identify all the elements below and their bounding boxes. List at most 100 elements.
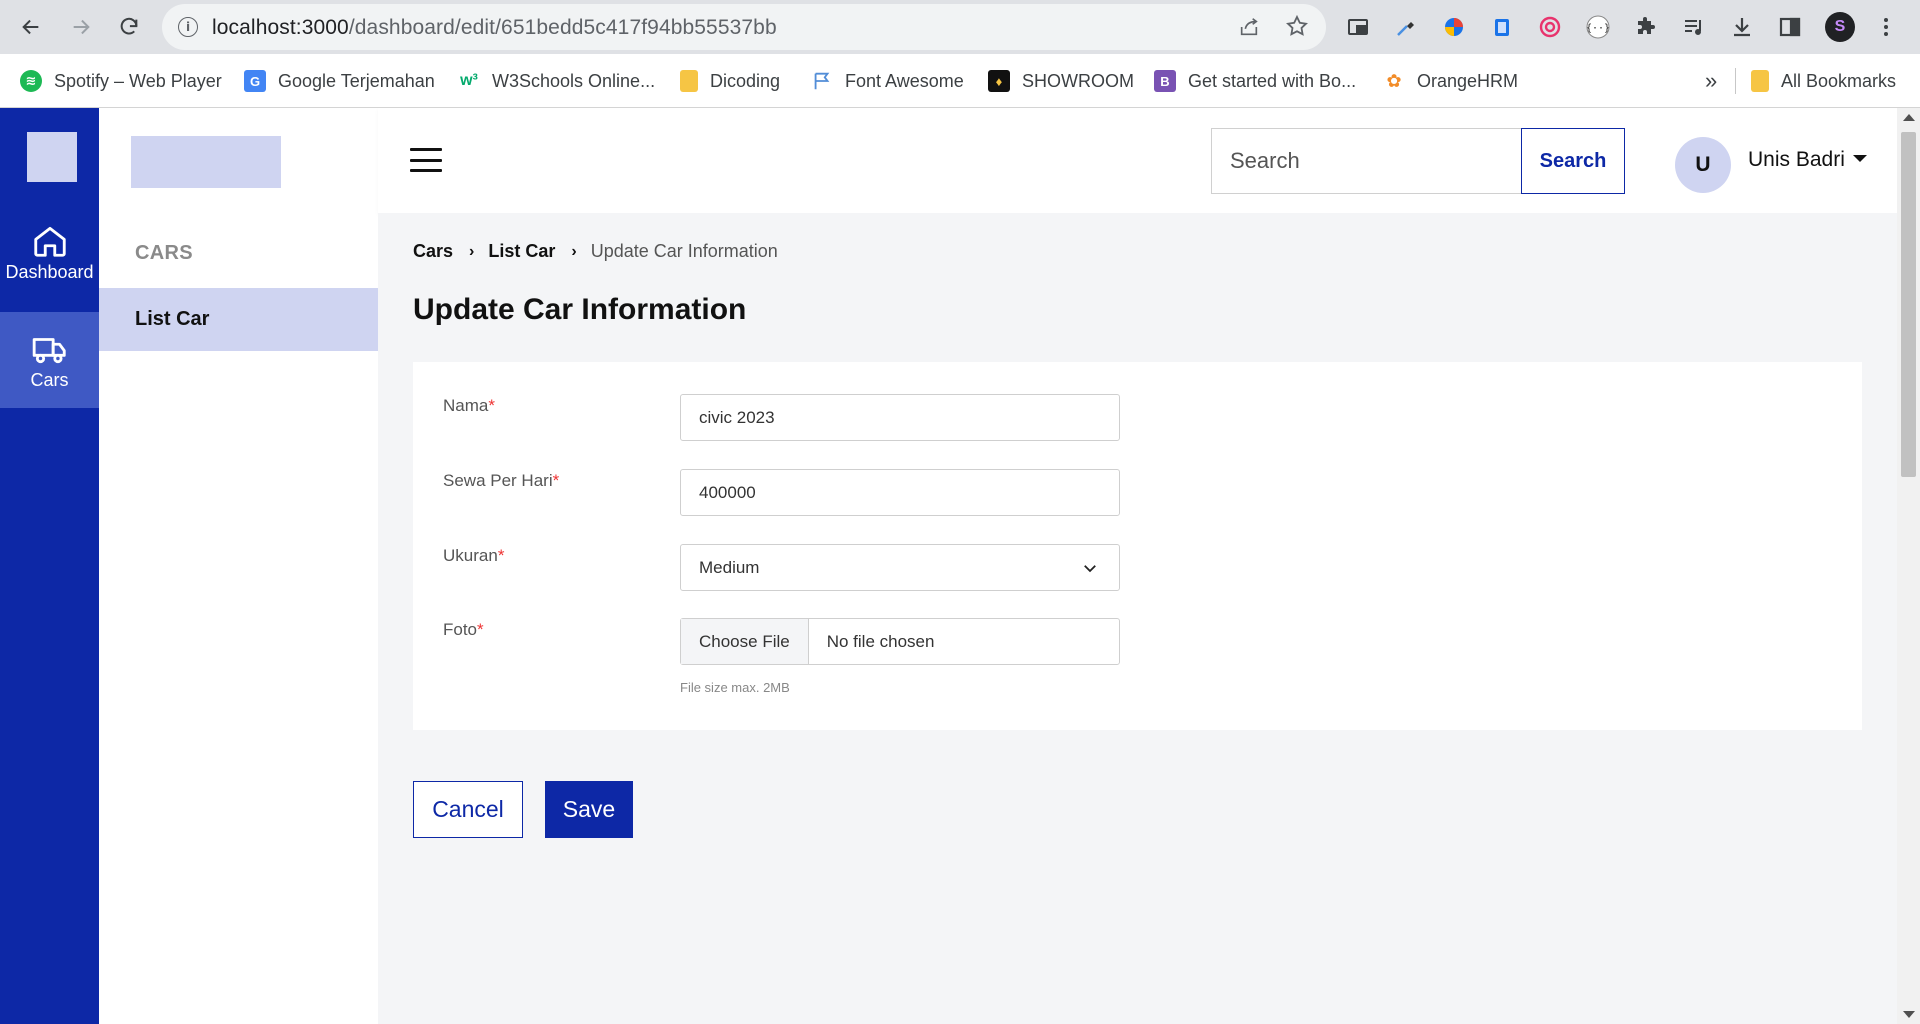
bookmark-w3schools[interactable]: w³ W3Schools Online...	[458, 68, 655, 94]
photo-label: Foto*	[443, 620, 484, 639]
photo-file-input[interactable]: Choose File No file chosen	[680, 618, 1120, 665]
bookmark-google-translate[interactable]: G Google Terjemahan	[244, 68, 435, 94]
price-field[interactable]: 400000	[680, 469, 1120, 516]
target-extension-icon[interactable]	[1537, 14, 1563, 40]
bootstrap-icon: B	[1154, 70, 1176, 92]
chevron-down-icon[interactable]	[1853, 155, 1867, 162]
folder-icon	[680, 70, 698, 92]
reload-button[interactable]	[114, 12, 144, 42]
color-picker-extension-icon[interactable]	[1441, 14, 1467, 40]
download-icon[interactable]	[1729, 14, 1755, 40]
bookmark-bootstrap[interactable]: B Get started with Bo...	[1154, 68, 1356, 94]
breadcrumb-list-car[interactable]: List Car	[488, 241, 555, 262]
profile-avatar-icon[interactable]: S	[1825, 12, 1855, 42]
bookmark-label: Font Awesome	[845, 70, 964, 91]
bookmark-label: Spotify – Web Player	[54, 70, 222, 91]
top-header: Search U Unis Badri	[378, 108, 1897, 213]
menu-toggle-icon[interactable]	[410, 148, 442, 172]
bookmark-font-awesome[interactable]: Font Awesome	[811, 68, 964, 94]
svg-text:{··}: {··}	[1586, 23, 1610, 34]
chevron-down-icon	[1084, 564, 1096, 572]
name-label: Nama*	[443, 396, 495, 415]
bookmark-label: W3Schools Online...	[492, 70, 656, 91]
side-panel-icon[interactable]	[1777, 14, 1803, 40]
picture-in-picture-icon[interactable]	[1345, 14, 1371, 40]
bookmark-spotify[interactable]: ≋ Spotify – Web Player	[20, 68, 222, 94]
price-label: Sewa Per Hari*	[443, 471, 560, 490]
name-field[interactable]: civic 2023	[680, 394, 1120, 441]
rail-item-label: Cars	[30, 369, 69, 390]
bookmark-showroom[interactable]: ♦ SHOWROOM	[988, 68, 1134, 94]
rail-item-dashboard[interactable]: Dashboard	[0, 204, 99, 300]
showroom-icon: ♦	[988, 70, 1010, 92]
rail-item-cars[interactable]: Cars	[0, 312, 99, 408]
search-input[interactable]	[1211, 128, 1523, 194]
bookmark-label: OrangeHRM	[1417, 70, 1519, 91]
bookmark-label: Google Terjemahan	[278, 70, 435, 91]
forward-button[interactable]	[66, 12, 96, 42]
breadcrumb-cars[interactable]: Cars	[413, 241, 453, 262]
icon-rail: Dashboard Cars	[0, 108, 99, 1024]
spotify-icon: ≋	[20, 70, 42, 92]
secondary-sidebar: CARS List Car	[99, 108, 378, 1024]
page-scrollbar[interactable]	[1897, 108, 1920, 1024]
media-queue-icon[interactable]	[1681, 14, 1707, 40]
home-icon	[33, 226, 66, 257]
file-status: No file chosen	[826, 631, 935, 651]
chevron-right-icon: ›	[469, 242, 475, 260]
truck-icon	[32, 337, 66, 363]
bookmark-star-icon[interactable]	[1285, 14, 1309, 38]
size-selected-value: Medium	[699, 557, 760, 577]
sidebar-section-title: CARS	[135, 242, 193, 264]
sidebar-item-list-car[interactable]: List Car	[99, 288, 378, 351]
more-bookmarks-button[interactable]: »	[1705, 68, 1717, 94]
eyedropper-extension-icon[interactable]	[1393, 14, 1419, 40]
scroll-down-arrow[interactable]	[1903, 1011, 1915, 1018]
page-title: Update Car Information	[413, 293, 747, 326]
car-form: Nama* civic 2023 Sewa Per Hari* 400000 U…	[413, 362, 1862, 730]
bookmarks-bar: ≋ Spotify – Web Player G Google Terjemah…	[0, 54, 1920, 108]
all-bookmarks-button[interactable]: All Bookmarks	[1751, 68, 1896, 94]
w3schools-icon: w³	[460, 72, 478, 89]
devtools-extension-icon[interactable]: {··}	[1585, 14, 1611, 40]
folder-icon	[1751, 70, 1769, 92]
bookmark-dicoding[interactable]: Dicoding	[680, 68, 780, 94]
size-select[interactable]: Medium	[680, 544, 1120, 591]
bookmark-orangehrm[interactable]: ✿ OrangeHRM	[1383, 68, 1518, 94]
orangehrm-icon: ✿	[1386, 70, 1402, 91]
extensions-puzzle-icon[interactable]	[1633, 14, 1659, 40]
breadcrumb: Cars › List Car › Update Car Information	[413, 241, 778, 262]
back-button[interactable]	[16, 12, 46, 42]
site-info-icon[interactable]: i	[178, 17, 198, 37]
bookmark-label: Dicoding	[710, 70, 781, 91]
photo-hint: File size max. 2MB	[680, 680, 790, 695]
cancel-button[interactable]: Cancel	[413, 781, 523, 838]
bookmark-label: Get started with Bo...	[1188, 70, 1357, 91]
bookmarks-divider	[1735, 68, 1736, 94]
clipboard-extension-icon[interactable]	[1489, 14, 1515, 40]
browser-toolbar: i localhost:3000/dashboard/edit/651bedd5…	[0, 0, 1920, 54]
app: Dashboard Cars CARS List Car Search U Un…	[0, 108, 1920, 1024]
address-bar[interactable]: i localhost:3000/dashboard/edit/651bedd5…	[162, 4, 1326, 50]
rail-item-label: Dashboard	[5, 261, 94, 282]
main-content: Cars › List Car › Update Car Information…	[378, 213, 1897, 1024]
breadcrumb-current: Update Car Information	[590, 241, 778, 261]
avatar[interactable]: U	[1675, 137, 1731, 193]
flag-icon	[811, 70, 833, 92]
url-text: localhost:3000/dashboard/edit/651bedd5c4…	[212, 16, 777, 39]
save-button[interactable]: Save	[545, 781, 633, 838]
chevron-right-icon: ›	[571, 242, 577, 260]
bookmark-label: SHOWROOM	[1022, 70, 1134, 91]
app-logo	[131, 136, 281, 188]
browser-menu-icon[interactable]	[1873, 14, 1899, 40]
search-button[interactable]: Search	[1521, 128, 1625, 194]
google-translate-icon: G	[244, 70, 266, 92]
rail-logo	[27, 132, 77, 182]
user-name[interactable]: Unis Badri	[1748, 148, 1845, 172]
all-bookmarks-label: All Bookmarks	[1781, 70, 1897, 91]
scroll-up-arrow[interactable]	[1903, 114, 1915, 121]
share-icon[interactable]	[1238, 16, 1260, 38]
choose-file-button[interactable]: Choose File	[681, 619, 809, 664]
size-label: Ukuran*	[443, 546, 505, 565]
scroll-thumb[interactable]	[1901, 132, 1916, 477]
